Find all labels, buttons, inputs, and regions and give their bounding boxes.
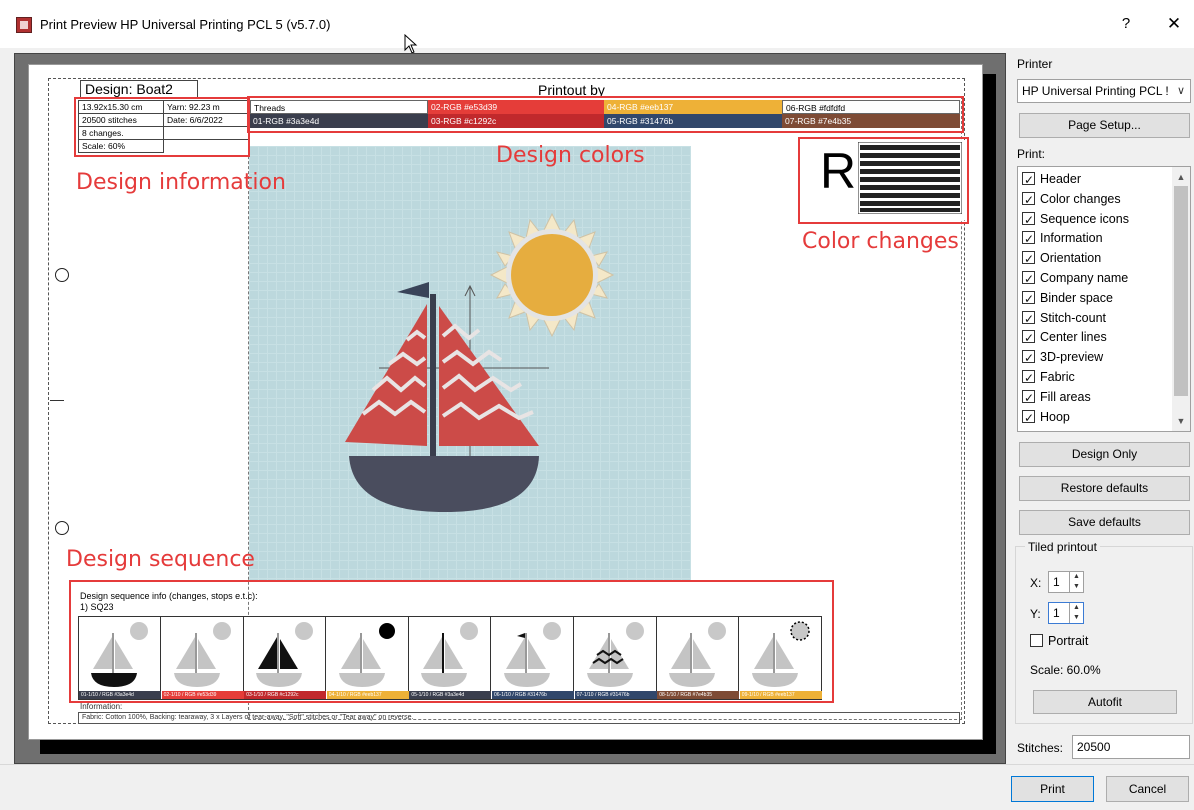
y-label: Y: xyxy=(1030,607,1041,621)
help-button[interactable]: ? xyxy=(1114,12,1138,36)
x-label: X: xyxy=(1030,576,1042,590)
restore-defaults-button[interactable]: Restore defaults xyxy=(1019,476,1190,501)
print-option-label: Sequence icons xyxy=(1040,211,1129,226)
checkbox-icon[interactable] xyxy=(1022,249,1035,269)
print-option-label: Color changes xyxy=(1040,191,1121,206)
center-tick xyxy=(50,400,64,401)
app-icon xyxy=(16,17,32,33)
scroll-thumb[interactable] xyxy=(1174,186,1188,396)
y-spinner[interactable]: 1 ▲ ▼ xyxy=(1048,602,1084,624)
print-option-label: Fill areas xyxy=(1040,389,1091,404)
color-changes-highlight xyxy=(798,137,969,224)
binder-hole xyxy=(55,268,69,282)
printer-select[interactable]: HP Universal Printing PCL ! ∨ xyxy=(1017,79,1191,103)
print-option-row[interactable]: Center lines xyxy=(1022,327,1107,348)
stitches-field[interactable]: 20500 xyxy=(1072,735,1190,759)
print-option-row[interactable]: Fill areas xyxy=(1022,387,1091,408)
stitches-label: Stitches: xyxy=(1017,741,1064,755)
portrait-label: Portrait xyxy=(1048,634,1089,648)
design-title: Design: Boat2 xyxy=(80,80,198,98)
printer-label: Printer xyxy=(1017,57,1053,71)
checkbox-icon[interactable] xyxy=(1022,348,1035,368)
spin-arrows-icon[interactable]: ▲ ▼ xyxy=(1069,603,1083,623)
design-information-annotation: Design information xyxy=(76,170,286,195)
checkbox-icon[interactable] xyxy=(1022,210,1035,230)
color-changes-annotation: Color changes xyxy=(802,229,959,254)
checkbox-icon[interactable] xyxy=(1022,368,1035,388)
design-sequence-annotation: Design sequence xyxy=(66,547,255,572)
save-defaults-button[interactable]: Save defaults xyxy=(1019,510,1190,535)
footer-divider xyxy=(0,764,1194,765)
x-value: 1 xyxy=(1053,575,1060,589)
window-title: Print Preview HP Universal Printing PCL … xyxy=(40,17,331,32)
print-option-label: 3D-preview xyxy=(1040,350,1104,365)
scroll-down-icon[interactable]: ▼ xyxy=(1172,412,1190,430)
print-option-label: Orientation xyxy=(1040,251,1102,266)
checkbox-icon[interactable] xyxy=(1022,170,1035,190)
x-spinner[interactable]: 1 ▲ ▼ xyxy=(1048,571,1084,593)
print-option-label: Binder space xyxy=(1040,290,1113,305)
mouse-cursor-icon xyxy=(404,34,418,54)
design-colors-annotation: Design colors xyxy=(496,143,645,168)
design-only-button[interactable]: Design Only xyxy=(1019,442,1190,467)
print-option-row[interactable]: 3D-preview xyxy=(1022,347,1104,368)
information-label: Information: xyxy=(80,702,123,711)
print-option-row[interactable]: Color changes xyxy=(1022,189,1121,210)
title-bar: Print Preview HP Universal Printing PCL … xyxy=(0,0,1194,48)
binder-hole xyxy=(55,521,69,535)
print-option-row[interactable]: Header xyxy=(1022,169,1081,190)
scale-text: Scale: 60.0% xyxy=(1030,663,1101,677)
checkbox-icon[interactable] xyxy=(1022,408,1035,428)
print-option-row[interactable]: Binder space xyxy=(1022,288,1113,309)
scroll-up-icon[interactable]: ▲ xyxy=(1172,168,1190,186)
design-information-highlight xyxy=(74,97,250,157)
print-options-list[interactable]: Header Color changes Sequence icons Informa… xyxy=(1017,166,1191,432)
spin-arrows-icon[interactable]: ▲ ▼ xyxy=(1069,572,1083,592)
information-text: Fabric: Cotton 100%, Backing: tearaway, … xyxy=(78,712,960,724)
print-option-label: Center lines xyxy=(1040,330,1107,345)
print-option-row[interactable]: Stitch-count xyxy=(1022,308,1107,329)
portrait-checkbox[interactable]: Portrait xyxy=(1030,631,1088,651)
checkbox-icon[interactable] xyxy=(1022,229,1035,249)
autofit-button[interactable]: Autofit xyxy=(1033,690,1177,714)
page-setup-button[interactable]: Page Setup... xyxy=(1019,113,1190,138)
design-sequence-highlight xyxy=(69,580,834,703)
checkbox-icon[interactable] xyxy=(1022,190,1035,210)
print-option-label: Company name xyxy=(1040,271,1129,285)
checkbox-icon[interactable] xyxy=(1022,269,1035,289)
tiled-printout-label: Tiled printout xyxy=(1025,540,1100,554)
print-option-row[interactable]: Sequence icons xyxy=(1022,209,1129,230)
print-option-label: Header xyxy=(1040,172,1081,186)
printer-select-value: HP Universal Printing PCL ! xyxy=(1022,84,1169,98)
checkbox-icon[interactable] xyxy=(1022,328,1035,348)
print-option-label: Hoop xyxy=(1040,409,1070,424)
checkbox-icon[interactable] xyxy=(1022,289,1035,309)
print-button[interactable]: Print xyxy=(1011,776,1094,802)
sun-icon xyxy=(489,212,615,338)
chevron-down-icon: ∨ xyxy=(1176,85,1185,97)
print-label: Print: xyxy=(1017,147,1046,161)
checkbox-icon[interactable] xyxy=(1022,388,1035,408)
design-preview xyxy=(345,212,615,512)
print-option-row[interactable]: Orientation xyxy=(1022,248,1102,269)
checkbox-icon[interactable] xyxy=(1030,634,1043,647)
design-colors-highlight xyxy=(247,96,964,133)
close-button[interactable]: ✕ xyxy=(1162,12,1186,36)
print-option-label: Fabric xyxy=(1040,370,1075,384)
checkbox-icon[interactable] xyxy=(1022,309,1035,329)
cancel-button[interactable]: Cancel xyxy=(1106,776,1189,802)
y-value: 1 xyxy=(1053,606,1060,620)
print-option-row[interactable]: Information xyxy=(1022,228,1103,249)
print-option-row[interactable]: Company name xyxy=(1022,268,1129,289)
print-option-label: Information xyxy=(1040,231,1103,246)
print-option-row[interactable]: Fabric xyxy=(1022,367,1075,388)
print-preview-window: Print Preview HP Universal Printing PCL … xyxy=(0,0,1194,810)
print-option-label: Stitch-count xyxy=(1040,310,1107,325)
print-option-row[interactable]: Hoop xyxy=(1022,407,1070,428)
